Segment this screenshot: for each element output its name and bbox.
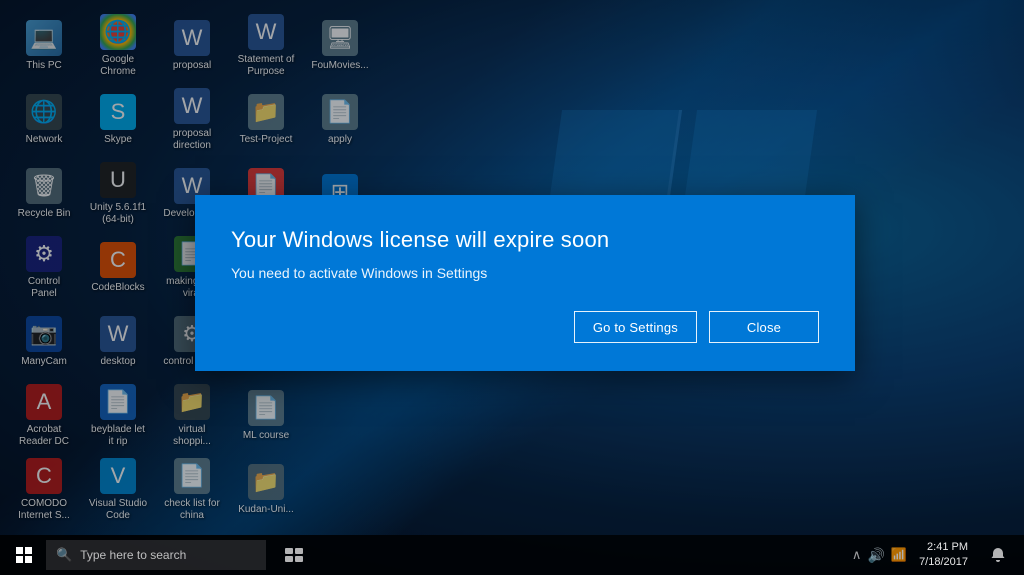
tray-icons: ∧ [852, 547, 862, 563]
taskbar-middle [274, 535, 314, 575]
close-button[interactable]: Close [709, 311, 819, 343]
go-to-settings-button[interactable]: Go to Settings [574, 311, 697, 343]
search-icon: 🔍 [56, 547, 72, 563]
start-button[interactable] [4, 535, 44, 575]
clock-date: 7/18/2017 [919, 555, 968, 570]
taskbar-right: ∧ 🔊 📶 2:41 PM 7/18/2017 [852, 535, 1020, 575]
taskbar: 🔍 Type here to search ∧ 🔊 📶 2:41 PM 7/18… [0, 535, 1024, 575]
notification-button[interactable] [980, 535, 1016, 575]
dialog-title: Your Windows license will expire soon [231, 227, 819, 253]
search-bar[interactable]: 🔍 Type here to search [46, 540, 266, 570]
task-view-button[interactable] [274, 535, 314, 575]
clock[interactable]: 2:41 PM 7/18/2017 [911, 540, 976, 571]
dialog-subtitle: You need to activate Windows in Settings [231, 265, 819, 281]
speaker-icon[interactable]: 🔊 [867, 547, 884, 564]
clock-time: 2:41 PM [927, 540, 968, 555]
system-tray: ∧ 🔊 📶 [852, 547, 907, 564]
network-icon[interactable]: 📶 [891, 547, 907, 563]
search-placeholder-text: Type here to search [80, 548, 186, 562]
dialog-buttons: Go to Settings Close [231, 311, 819, 343]
desktop: 💻This PC🌐Google ChromeWproposalWStatemen… [0, 0, 1024, 575]
license-dialog: Your Windows license will expire soon Yo… [195, 195, 855, 371]
